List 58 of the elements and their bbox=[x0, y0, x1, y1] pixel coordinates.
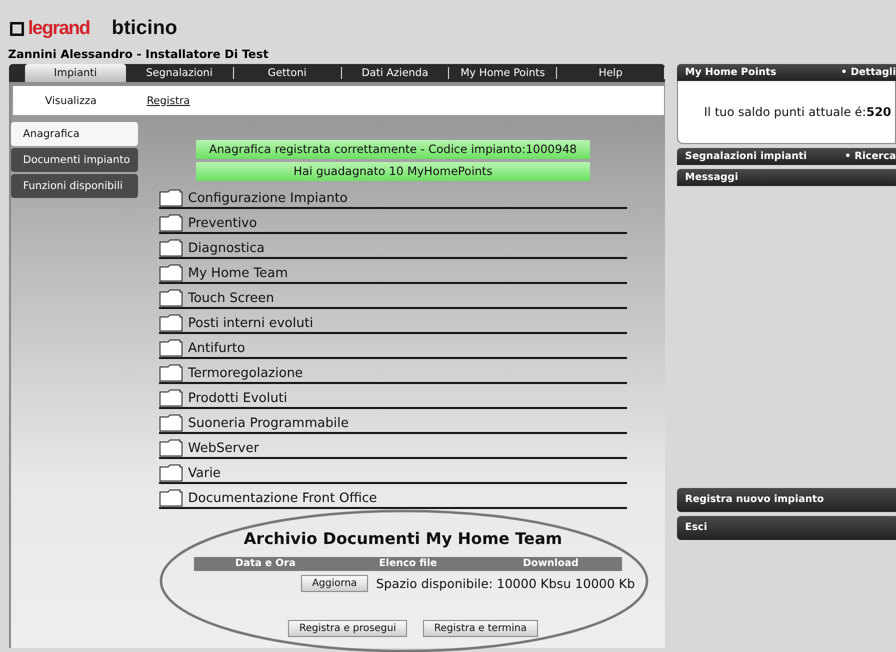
folder-link[interactable]: Suoneria Programmabile bbox=[188, 416, 349, 432]
folder-link[interactable]: WebServer bbox=[188, 441, 259, 457]
folder-icon bbox=[159, 414, 183, 432]
nav-tab[interactable]: Dati Azienda bbox=[342, 64, 448, 82]
subnav-link[interactable]: Visualizza bbox=[45, 94, 97, 106]
panel-title: Segnalazioni impianti bbox=[685, 151, 807, 162]
folder-icon bbox=[159, 464, 183, 482]
folder-icon bbox=[159, 239, 183, 257]
user-name: Zannini Alessandro - Installatore Di Test bbox=[7, 46, 270, 63]
folder-link[interactable]: Touch Screen bbox=[188, 291, 274, 307]
folder-link[interactable]: Antifurto bbox=[188, 341, 246, 357]
folder-link[interactable]: Posti interni evoluti bbox=[188, 316, 314, 332]
folder-icon bbox=[159, 264, 183, 282]
refresh-button[interactable]: Aggiorna bbox=[301, 575, 368, 592]
folder-icon bbox=[159, 389, 183, 407]
folder-icon bbox=[159, 489, 183, 507]
points-balance: Il tuo saldo punti attuale é:520 bbox=[704, 105, 892, 119]
success-message: Hai guadagnato 10 MyHomePoints bbox=[196, 162, 590, 181]
panel-title: Messaggi bbox=[685, 172, 738, 183]
nav-tab[interactable]: Help bbox=[557, 64, 664, 82]
column-header: Elenco file bbox=[378, 557, 438, 571]
menu-bar-button[interactable]: Esci bbox=[677, 516, 896, 540]
sidebar-item[interactable]: Documenti impianto bbox=[11, 148, 138, 172]
archive-title: Archivio Documenti My Home Team bbox=[244, 529, 562, 548]
folder-icon bbox=[159, 439, 183, 457]
register-button[interactable]: Registra e termina bbox=[423, 620, 538, 637]
sidebar-item[interactable]: Anagrafica bbox=[11, 122, 138, 146]
folder-icon bbox=[159, 314, 183, 332]
register-button[interactable]: Registra e prosegui bbox=[288, 620, 408, 637]
folder-link[interactable]: Configurazione Impianto bbox=[188, 191, 348, 207]
column-header: Data e Ora bbox=[234, 557, 297, 571]
menu-bar-button[interactable]: Registra nuovo impianto bbox=[677, 488, 896, 512]
success-message: Anagrafica registrata correttamente - Codice impianto:1000948 bbox=[196, 140, 590, 159]
subnav-link[interactable]: Registra bbox=[146, 94, 190, 106]
folder-link[interactable]: Documentazione Front Office bbox=[188, 491, 378, 507]
folder-link[interactable]: Prodotti Evoluti bbox=[188, 391, 288, 407]
folder-icon bbox=[159, 189, 183, 207]
space-info: Spazio disponibile: 10000 Kbsu 10000 Kb bbox=[376, 576, 635, 591]
nav-tab[interactable]: Impianti bbox=[25, 64, 126, 82]
folder-link[interactable]: Diagnostica bbox=[188, 241, 265, 257]
panel-title: My Home Points bbox=[685, 67, 776, 78]
sidebar-item[interactable]: Funzioni disponibili bbox=[11, 174, 138, 198]
bticino-logo: bticino bbox=[112, 17, 178, 40]
column-header: Download bbox=[522, 557, 580, 571]
folder-link[interactable]: Termoregolazione bbox=[188, 366, 303, 382]
folder-link[interactable]: Varie bbox=[188, 466, 221, 482]
search-link[interactable]: • Ricerca bbox=[844, 151, 896, 162]
folder-link[interactable]: My Home Team bbox=[188, 266, 288, 282]
nav-tab[interactable]: Segnalazioni bbox=[126, 64, 233, 82]
nav-tab[interactable]: My Home Points bbox=[449, 64, 556, 82]
legrand-logo: legrand bbox=[10, 18, 90, 40]
nav-tab[interactable]: Gettoni bbox=[234, 64, 341, 82]
details-link[interactable]: • Dettagli bbox=[840, 67, 896, 78]
folder-icon bbox=[159, 214, 183, 232]
folder-icon bbox=[159, 339, 183, 357]
folder-link[interactable]: Preventivo bbox=[188, 216, 257, 232]
folder-icon bbox=[159, 364, 183, 382]
folder-icon bbox=[159, 289, 183, 307]
